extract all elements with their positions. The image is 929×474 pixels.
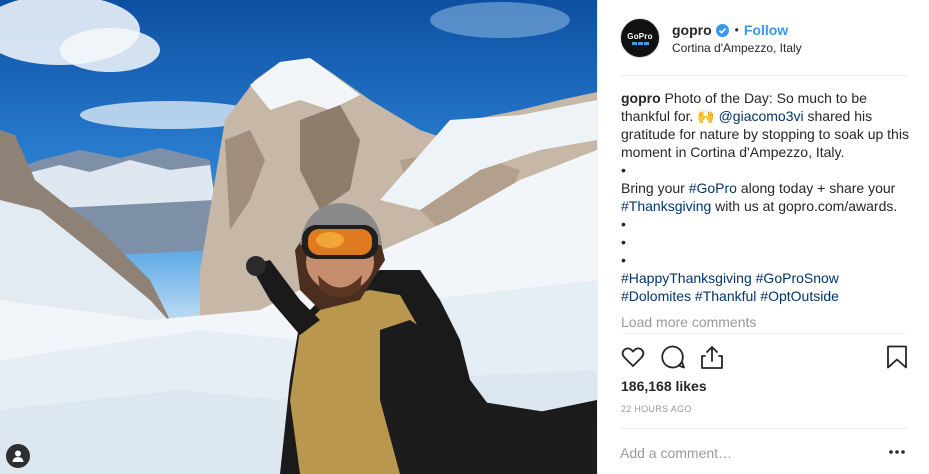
caption-hashtags: #HappyThanksgiving #GoProSnow #Dolomites… bbox=[621, 269, 911, 305]
heart-icon[interactable] bbox=[620, 344, 646, 370]
comment-icon[interactable] bbox=[660, 344, 686, 370]
caption-text-5: with us at gopro.com/awards. bbox=[711, 198, 898, 214]
post-photo[interactable] bbox=[0, 0, 597, 474]
snow-mountain-selfie-image bbox=[0, 0, 597, 474]
bookmark-icon[interactable] bbox=[884, 344, 910, 370]
comment-input[interactable] bbox=[620, 443, 870, 463]
separator-dot: • bbox=[734, 23, 739, 37]
likes-count[interactable]: 186,168 likes bbox=[621, 378, 707, 394]
username-link[interactable]: gopro bbox=[672, 22, 712, 38]
caption-bullet: • bbox=[621, 162, 626, 178]
hashtag-thanksgiving[interactable]: #Thanksgiving bbox=[621, 198, 711, 214]
header-row: gopro • Follow bbox=[672, 22, 788, 38]
share-icon[interactable] bbox=[699, 344, 725, 370]
hashtag-link[interactable]: #HappyThanksgiving bbox=[621, 270, 752, 286]
load-more-comments-button[interactable]: Load more comments bbox=[621, 314, 756, 330]
post-timestamp[interactable]: 22 HOURS AGO bbox=[621, 404, 692, 414]
caption-bullet: • bbox=[621, 216, 626, 232]
hashtag-link[interactable]: #OptOutside bbox=[760, 288, 839, 304]
tagged-users-icon[interactable] bbox=[6, 444, 30, 468]
avatar[interactable]: GoPro bbox=[620, 18, 660, 58]
caption-line-bring: Bring your #GoPro along today + share yo… bbox=[621, 179, 911, 215]
hashtag-link[interactable]: #Thankful bbox=[695, 288, 756, 304]
follow-button[interactable]: Follow bbox=[744, 22, 788, 38]
hashtag-link[interactable]: #Dolomites bbox=[621, 288, 691, 304]
mention-link[interactable]: @giacomo3vi bbox=[719, 108, 804, 124]
location-link[interactable]: Cortina d'Ampezzo, Italy bbox=[672, 41, 802, 55]
hashtag-gopro[interactable]: #GoPro bbox=[689, 180, 737, 196]
action-bar bbox=[620, 333, 908, 373]
verified-badge-icon bbox=[715, 23, 729, 37]
caption-text-3: Bring your bbox=[621, 180, 689, 196]
comment-section bbox=[620, 428, 908, 474]
caption-bullet: • bbox=[621, 234, 626, 250]
more-options-icon[interactable] bbox=[888, 443, 906, 461]
post-header: GoPro gopro • Follow Cortina d'Ampezzo, … bbox=[620, 16, 908, 76]
caption-bullet: • bbox=[621, 252, 626, 268]
caption-username[interactable]: gopro bbox=[621, 90, 661, 106]
post-caption: gopro Photo of the Day: So much to be th… bbox=[621, 89, 911, 305]
hashtag-link[interactable]: #GoProSnow bbox=[756, 270, 839, 286]
caption-text-4: along today + share your bbox=[736, 180, 896, 196]
gopro-logo-icon bbox=[631, 41, 649, 45]
post-sidebar: GoPro gopro • Follow Cortina d'Ampezzo, … bbox=[597, 0, 929, 474]
avatar-logo-text: GoPro bbox=[627, 31, 653, 41]
